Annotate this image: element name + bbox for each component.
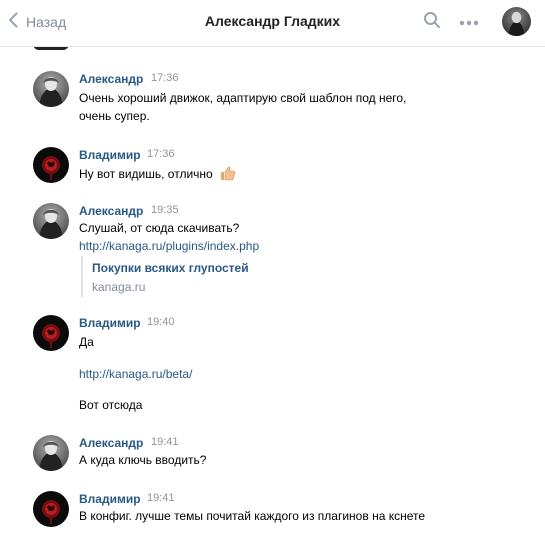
more-options-button[interactable] (458, 11, 480, 33)
message-text: очень супер. (79, 109, 150, 123)
search-icon (423, 11, 441, 34)
message-text: А куда ключь вводить? (79, 453, 207, 467)
message-time[interactable]: 19:35 (151, 204, 179, 216)
message-item: Владимир 17:36 Ну вот видишь, отлично (0, 147, 545, 187)
author-name[interactable]: Владимир (79, 316, 141, 330)
message-item: Александр 19:41 А куда ключь вводить? (0, 435, 545, 475)
back-label: Назад (26, 14, 67, 30)
message-text: В конфиг. лучше темы почитай каждого из … (79, 509, 426, 523)
author-name[interactable]: Александр (79, 436, 143, 450)
avatar[interactable] (33, 315, 69, 351)
chat-title[interactable]: Александр Гладких (205, 13, 340, 29)
header-avatar[interactable] (502, 7, 531, 36)
message-item: Владимир 19:40 Да http://kanaga.ru/beta/… (0, 315, 545, 419)
message-link[interactable]: http://kanaga.ru/beta/ (79, 367, 192, 381)
message-time[interactable]: 19:41 (151, 436, 179, 448)
message-time[interactable]: 19:40 (147, 316, 175, 328)
message-text: Слушай, от сюда скачивать? (79, 221, 240, 235)
message-item: Александр 17:36 Очень хороший движок, ад… (0, 71, 545, 131)
author-name[interactable]: Александр (79, 72, 143, 86)
snippet-domain: kanaga.ru (92, 280, 146, 294)
more-horizontal-icon (459, 13, 479, 31)
author-name[interactable]: Александр (79, 204, 143, 218)
link-snippet[interactable]: Покупки всяких глупостей kanaga.ru (81, 256, 283, 297)
avatar[interactable] (33, 71, 69, 107)
message-time[interactable]: 17:36 (151, 72, 179, 84)
message-time[interactable]: 17:36 (147, 148, 175, 160)
snippet-title[interactable]: Покупки всяких глупостей (92, 261, 249, 275)
author-name[interactable]: Владимир (79, 492, 141, 506)
chevron-left-icon (8, 12, 18, 33)
message-item: Александр 19:35 Слушай, от сюда скачиват… (0, 203, 545, 301)
avatar[interactable] (33, 147, 69, 183)
search-button[interactable] (421, 11, 443, 33)
message-link[interactable]: http://kanaga.ru/plugins/index.php (79, 239, 259, 253)
thumbs-up-icon (220, 165, 236, 184)
back-button[interactable]: Назад (8, 11, 66, 33)
chat-header: Назад Александр Гладких (0, 0, 545, 47)
message-text: Ну вот видишь, отлично (79, 167, 213, 181)
avatar[interactable] (33, 203, 69, 239)
message-item: Владимир 19:41 В конфиг. лучше темы почи… (0, 491, 545, 531)
message-text: Да (79, 335, 94, 349)
message-text: Вот отсюда (79, 398, 143, 412)
avatar[interactable] (33, 491, 69, 527)
author-name[interactable]: Владимир (79, 148, 141, 162)
message-time[interactable]: 19:41 (147, 492, 175, 504)
avatar[interactable] (33, 435, 69, 471)
message-text: Очень хороший движок, адаптирую свой шаб… (79, 91, 407, 105)
